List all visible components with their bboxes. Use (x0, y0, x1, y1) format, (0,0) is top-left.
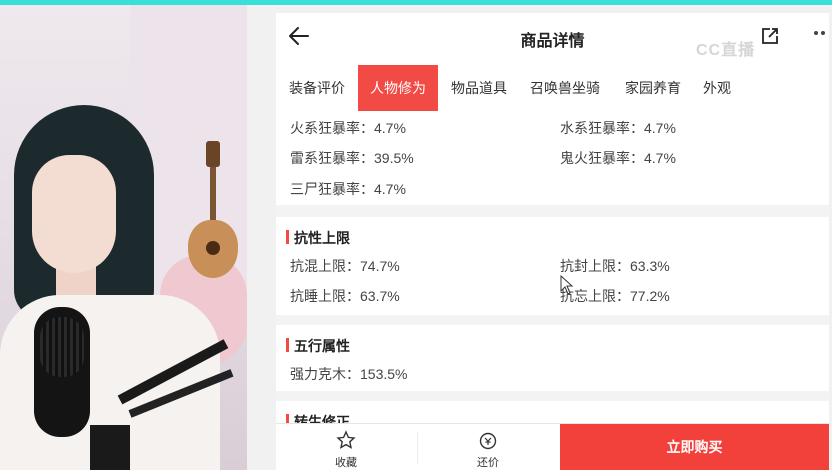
star-icon (336, 430, 356, 449)
top-bar: 商品详情 CC直播 (276, 13, 829, 61)
favorite-label: 收藏 (335, 457, 357, 469)
tab-homestead[interactable]: 家园养育 (616, 65, 690, 111)
resist-cap-card: 抗性上限 抗混上限：74.7% 抗封上限：63.3% 抗睡上限：63.7% 抗忘… (276, 217, 829, 315)
anti-confusion-cap: 抗混上限：74.7% (290, 258, 400, 274)
guitar-head (206, 141, 220, 167)
favorite-button[interactable]: 收藏 (276, 424, 416, 470)
category-tabs: 装备评价 人物修为 物品道具 召唤兽坐骑 家园养育 外观 (276, 65, 829, 111)
streamer-face (32, 155, 116, 273)
mouse-cursor-icon (560, 275, 574, 295)
sanshi-crazy-rate: 三尸狂暴率：4.7% (290, 181, 406, 197)
share-icon[interactable] (760, 26, 780, 46)
microphone-grille (40, 317, 84, 377)
app-panel: 商品详情 CC直播 装备评价 人物修为 物品道具 召唤兽坐骑 家园养育 外观 火… (247, 5, 832, 470)
tab-summoned-beasts[interactable]: 召唤兽坐骑 (522, 65, 608, 111)
tab-character-cultivation[interactable]: 人物修为 (358, 65, 438, 111)
cc-watermark: CC直播 (696, 42, 756, 59)
water-crazy-rate: 水系狂暴率：4.7% (560, 120, 676, 136)
anti-seal-cap: 抗封上限：63.3% (560, 258, 670, 274)
mic-stand (90, 425, 130, 470)
tab-appearance[interactable]: 外观 (694, 65, 740, 111)
anti-forget-cap: 抗忘上限：77.2% (560, 288, 670, 304)
webcam-video (0, 5, 247, 470)
bargain-label: 还价 (477, 457, 499, 469)
guitar-soundhole (206, 241, 220, 255)
more-menu-icon[interactable] (814, 28, 829, 48)
five-elements-card: 五行属性 强力克木：153.5% (276, 325, 829, 391)
thunder-crazy-rate: 雷系狂暴率：39.5% (290, 150, 414, 166)
crazy-crit-card: 火系狂暴率：4.7% 水系狂暴率：4.7% 雷系狂暴率：39.5% 鬼火狂暴率：… (276, 111, 829, 205)
section-title: 转生修正 (286, 412, 350, 423)
bottom-action-bar: 收藏 还价 立即购买 (276, 423, 829, 470)
tab-equipment-review[interactable]: 装备评价 (280, 65, 354, 111)
strong-vs-wood: 强力克木：153.5% (290, 366, 408, 382)
anti-sleep-cap: 抗睡上限：63.7% (290, 288, 400, 304)
fire-crazy-rate: 火系狂暴率：4.7% (290, 120, 406, 136)
bargain-button[interactable]: 还价 (418, 424, 558, 470)
ghostfire-crazy-rate: 鬼火狂暴率：4.7% (560, 150, 676, 166)
detail-content: 火系狂暴率：4.7% 水系狂暴率：4.7% 雷系狂暴率：39.5% 鬼火狂暴率：… (276, 111, 829, 423)
buy-now-button[interactable]: 立即购买 (560, 424, 829, 470)
section-title: 抗性上限 (286, 228, 350, 248)
tab-items[interactable]: 物品道具 (442, 65, 516, 111)
section-title: 五行属性 (286, 336, 350, 356)
price-tag-icon (479, 432, 497, 450)
product-detail-screen: 商品详情 CC直播 装备评价 人物修为 物品道具 召唤兽坐骑 家园养育 外观 火… (276, 13, 829, 470)
rebirth-card: 转生修正 (276, 401, 829, 423)
